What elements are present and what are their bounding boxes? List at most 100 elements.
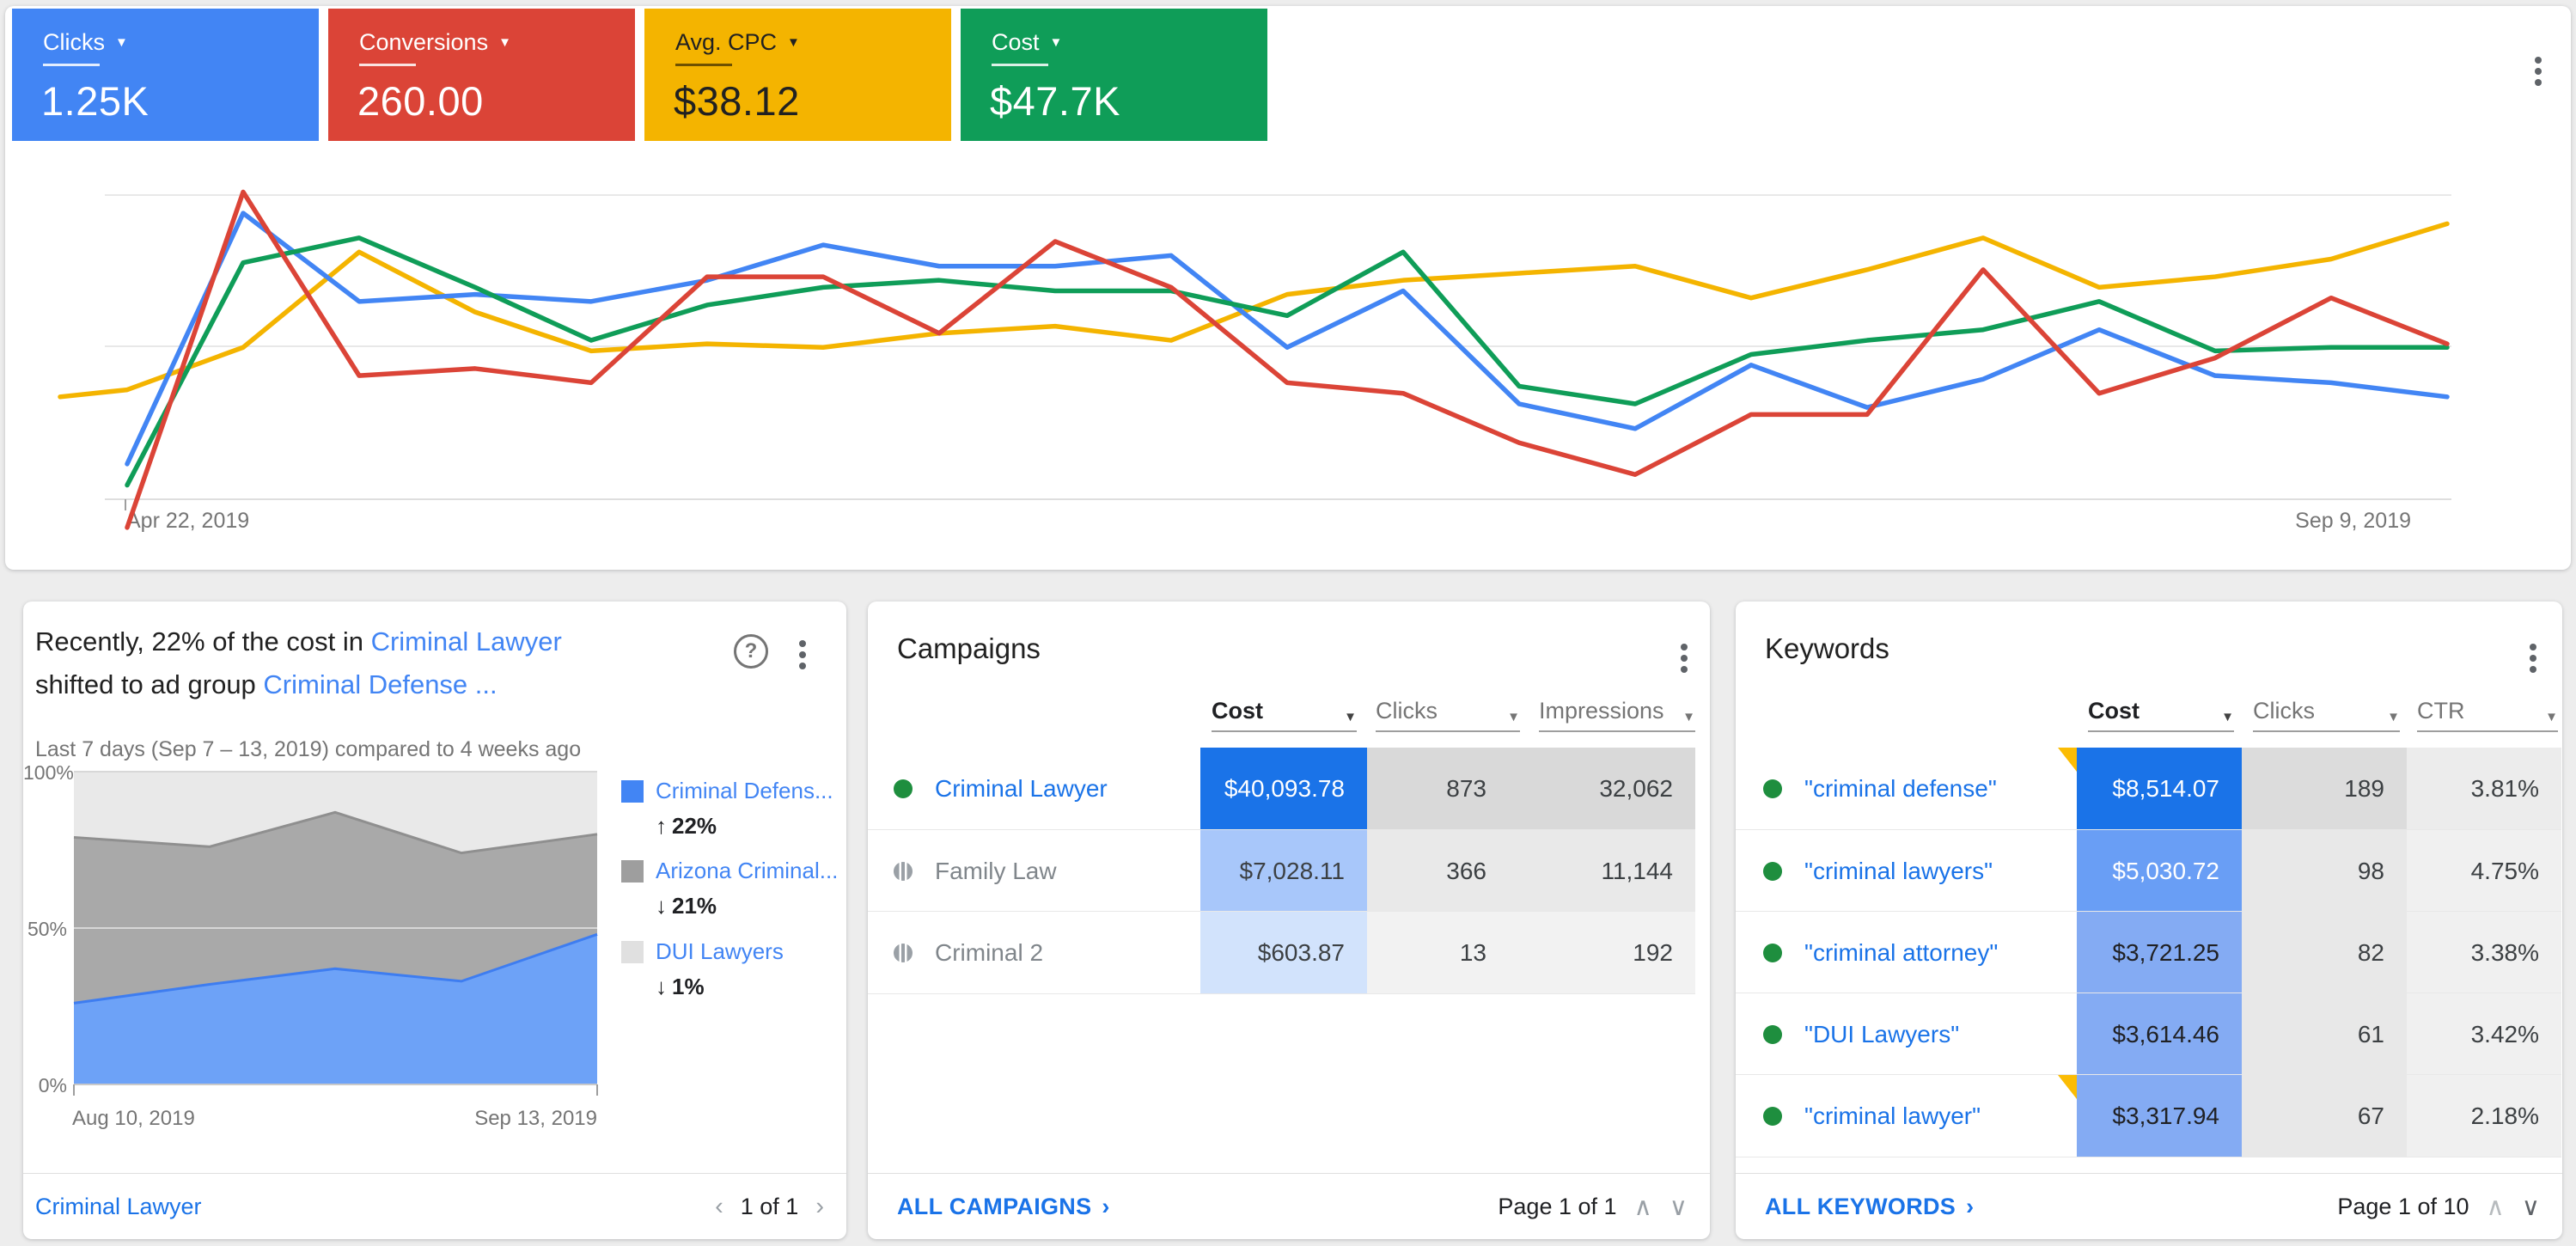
more-options-icon[interactable] [2530,639,2538,677]
metric-card-clicks[interactable]: Clicks ▼ 1.25K [12,9,319,141]
pager-text: Page 1 of 1 [1498,1194,1616,1220]
ctr-cell: 3.38% [2407,912,2561,993]
sort-arrow-icon: ▼ [2545,710,2558,724]
google-ads-overview: Clicks ▼ 1.25K Conversions ▼ 260.00 Avg.… [0,0,2576,1246]
column-sort-cost[interactable]: Cost ▼ [2088,693,2234,732]
all-keywords-link[interactable]: ALL KEYWORDS › [1765,1194,1974,1220]
cost-cell: $40,093.78 [1200,748,1367,829]
campaign-name-link[interactable]: Family Law [868,830,1057,912]
chevron-down-icon: ▼ [115,35,128,50]
table-row: Criminal 2 $603.87 13 192 [868,911,1695,994]
chevron-down-icon: ▼ [498,35,511,50]
arrow-down-icon: ↓ [656,893,667,919]
keyword-text: "criminal lawyers" [1804,858,1993,885]
chevron-down-icon[interactable]: ∨ [2522,1192,2540,1222]
metric-selector-conversions[interactable]: Conversions ▼ [359,29,511,56]
insight-pager: ‹ 1 of 1 › [715,1193,824,1221]
keyword-link[interactable]: "criminal lawyer" [1736,1075,1981,1157]
cost-cell: $7,028.11 [1200,830,1367,912]
clicks-cell: 61 [2242,993,2407,1075]
table-row: Family Law $7,028.11 366 11,144 [868,829,1695,912]
status-enabled-icon [1763,1025,1782,1044]
metric-card-avg-cpc[interactable]: Avg. CPC ▼ $38.12 [644,9,951,141]
cost-cell: $8,514.07 [2077,748,2242,829]
metric-underline [43,64,100,66]
clicks-cell: 67 [2242,1075,2407,1157]
metric-selector-clicks[interactable]: Clicks ▼ [43,29,128,56]
chevron-left-icon[interactable]: ‹ [715,1193,723,1221]
metric-label: Avg. CPC [675,29,777,56]
legend-label-link[interactable]: Arizona Criminal... [656,858,838,884]
status-enabled-icon [1763,779,1782,798]
legend-label-link[interactable]: Criminal Defens... [656,778,833,804]
ctr-cell: 3.42% [2407,993,2561,1075]
status-enabled-icon [1763,944,1782,962]
column-sort-ctr[interactable]: CTR ▼ [2417,693,2558,732]
chevron-down-icon[interactable]: ∨ [1670,1192,1688,1222]
legend-change-value: 22% [672,813,717,840]
keyword-link[interactable]: "criminal lawyers" [1736,830,1993,912]
help-icon[interactable]: ? [734,634,768,669]
chevron-down-icon: ▼ [1050,35,1063,50]
chevron-right-icon[interactable]: › [815,1193,824,1221]
cost-cell: $603.87 [1200,912,1367,993]
link-label: ALL KEYWORDS [1765,1194,1956,1220]
legend-entry: DUI Lawyers ↓ 1% [621,938,836,1000]
campaign-link[interactable]: Criminal Lawyer [371,626,562,657]
y-axis-tick-50: 50% [23,918,67,941]
column-sort-clicks[interactable]: Clicks ▼ [1376,693,1520,732]
metric-selector-cost[interactable]: Cost ▼ [992,29,1062,56]
all-campaigns-link[interactable]: ALL CAMPAIGNS › [897,1194,1110,1220]
metric-selector-avg-cpc[interactable]: Avg. CPC ▼ [675,29,800,56]
metric-card-cost[interactable]: Cost ▼ $47.7K [961,9,1267,141]
keyword-link[interactable]: "criminal defense" [1736,748,1997,829]
status-enabled-icon [1763,862,1782,881]
clicks-cell: 189 [2242,748,2407,829]
metric-value: 1.25K [41,77,149,125]
more-options-icon[interactable] [1681,639,1689,677]
keywords-pager: Page 1 of 10 ∧ ∨ [2337,1192,2540,1222]
keyword-text: "criminal defense" [1804,775,1997,803]
column-sort-impressions[interactable]: Impressions ▼ [1539,693,1695,732]
campaigns-footer: ALL CAMPAIGNS › Page 1 of 1 ∧ ∨ [868,1173,1710,1239]
cost-cell: $3,614.46 [2077,993,2242,1075]
more-options-icon[interactable] [799,636,808,674]
clicks-cell: 873 [1367,748,1504,829]
more-options-icon[interactable] [2535,52,2543,90]
legend-swatch-lightgray [621,941,644,963]
campaigns-card: Campaigns Cost ▼ Clicks ▼ Impressions ▼ … [868,602,1710,1239]
ad-group-link[interactable]: Criminal Defense ... [263,669,497,699]
chevron-up-icon[interactable]: ∧ [1634,1192,1652,1222]
legend-label-link[interactable]: DUI Lawyers [656,938,784,965]
keywords-title: Keywords [1765,632,1889,665]
status-enabled-icon [894,779,913,798]
chevron-up-icon[interactable]: ∧ [2487,1192,2505,1222]
campaign-name-link[interactable]: Criminal Lawyer [868,748,1108,829]
legend-swatch-gray [621,860,644,883]
insight-title-text: Recently, 22% of the cost in [35,626,371,657]
keywords-card: Keywords Cost ▼ Clicks ▼ CTR ▼ "criminal… [1736,602,2562,1239]
ctr-cell: 4.75% [2407,830,2561,912]
column-sort-cost[interactable]: Cost ▼ [1212,693,1357,732]
column-sort-clicks[interactable]: Clicks ▼ [2253,693,2400,732]
sort-arrow-icon: ▼ [1682,710,1695,724]
link-label: ALL CAMPAIGNS [897,1194,1091,1220]
campaign-name-link[interactable]: Criminal 2 [868,912,1043,993]
metric-value: $38.12 [674,77,800,125]
metric-underline [992,64,1048,66]
table-row: Criminal Lawyer $40,093.78 873 32,062 [868,748,1695,829]
column-label: Clicks [1376,698,1438,724]
metric-label: Clicks [43,29,105,56]
impressions-cell: 11,144 [1504,830,1695,912]
keyword-text: "criminal attorney" [1804,939,1998,967]
keyword-link[interactable]: "DUI Lawyers" [1736,993,1959,1075]
metric-card-conversions[interactable]: Conversions ▼ 260.00 [328,9,635,141]
campaign-footer-link[interactable]: Criminal Lawyer [35,1194,202,1220]
sort-arrow-icon: ▼ [2221,710,2234,724]
table-row: "criminal attorney" $3,721.25 82 3.38% [1736,911,2561,993]
legend-entry: Arizona Criminal... ↓ 21% [621,858,836,919]
keyword-link[interactable]: "criminal attorney" [1736,912,1998,993]
campaign-name: Family Law [935,858,1057,885]
pager-text: Page 1 of 10 [2337,1194,2469,1220]
status-enabled-icon [1763,1107,1782,1126]
